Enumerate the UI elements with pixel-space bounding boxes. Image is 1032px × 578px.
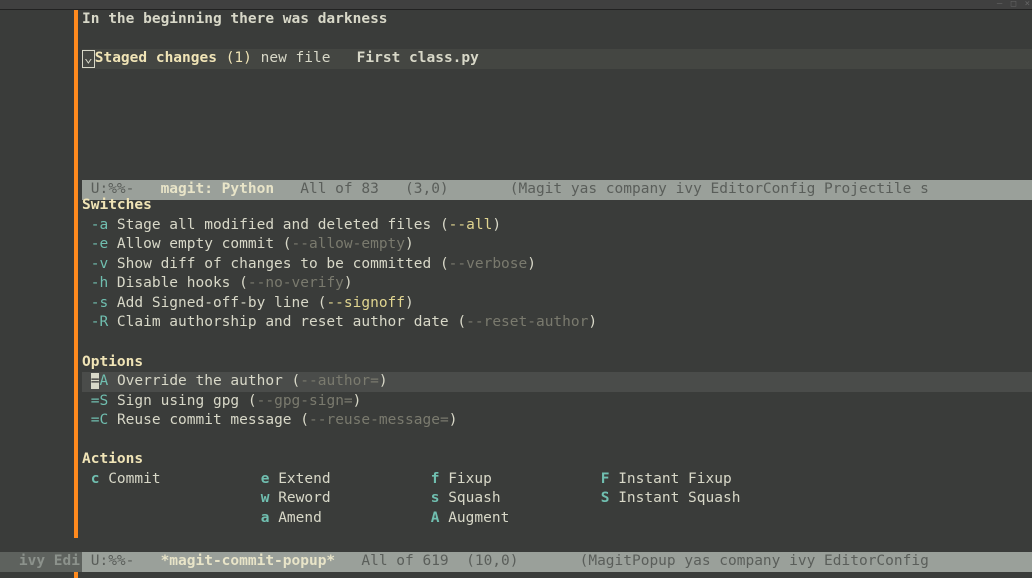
switch-row[interactable]: -s Add Signed-off-by line (--signoff) xyxy=(82,294,1032,314)
fringe-bar-upper xyxy=(74,10,78,538)
actions-heading: Actions xyxy=(82,450,1032,470)
switch-row[interactable]: -e Allow empty commit (--allow-empty) xyxy=(82,235,1032,255)
action-amend[interactable]: a Amend xyxy=(252,509,422,529)
staged-file-row[interactable]: new file First class.py xyxy=(261,50,479,66)
action-fixup[interactable]: f Fixup xyxy=(422,470,592,490)
fold-caret-icon[interactable]: ⌄ xyxy=(82,50,95,68)
action-extend[interactable]: e Extend xyxy=(252,470,422,490)
option-row[interactable]: =A Override the author (--author=) xyxy=(82,372,1032,392)
magit-commit-popup-pane[interactable]: Switches -a Stage all modified and delet… xyxy=(82,196,1032,538)
action-augment[interactable]: A Augment xyxy=(422,509,592,529)
action-empty xyxy=(82,489,252,509)
options-heading: Options xyxy=(82,353,1032,373)
close-icon[interactable]: × xyxy=(1025,0,1030,9)
action-commit[interactable]: c Commit xyxy=(82,470,252,490)
modeline-popup: ivy Edi U:%%- *magit-commit-popup* All o… xyxy=(0,552,1032,572)
switch-row[interactable]: -a Stage all modified and deleted files … xyxy=(82,216,1032,236)
minimize-icon[interactable]: – xyxy=(997,0,1002,9)
maximize-icon[interactable]: □ xyxy=(1011,0,1016,9)
switch-row[interactable]: -R Claim authorship and reset author dat… xyxy=(82,313,1032,333)
action-reword[interactable]: w Reword xyxy=(252,489,422,509)
window-controls: – □ × xyxy=(994,0,1030,10)
action-squash[interactable]: s Squash xyxy=(422,489,592,509)
switch-row[interactable]: -v Show diff of changes to be committed … xyxy=(82,255,1032,275)
option-row[interactable]: =S Sign using gpg (--gpg-sign=) xyxy=(82,392,1032,412)
action-empty xyxy=(82,509,252,529)
action-instant-squash[interactable]: S Instant Squash xyxy=(592,489,792,509)
staged-changes-header[interactable]: ⌄Staged changes (1) xyxy=(82,50,252,66)
action-empty xyxy=(592,509,792,529)
action-instant-fixup[interactable]: F Instant Fixup xyxy=(592,470,792,490)
option-row[interactable]: =C Reuse commit message (--reuse-message… xyxy=(82,411,1032,431)
commit-summary-line: In the beginning there was darkness xyxy=(82,10,1032,30)
switch-row[interactable]: -h Disable hooks (--no-verify) xyxy=(82,274,1032,294)
magit-status-pane[interactable]: In the beginning there was darkness ⌄Sta… xyxy=(82,10,1032,180)
switches-heading: Switches xyxy=(82,196,1032,216)
window-titlebar: – □ × xyxy=(0,0,1032,10)
